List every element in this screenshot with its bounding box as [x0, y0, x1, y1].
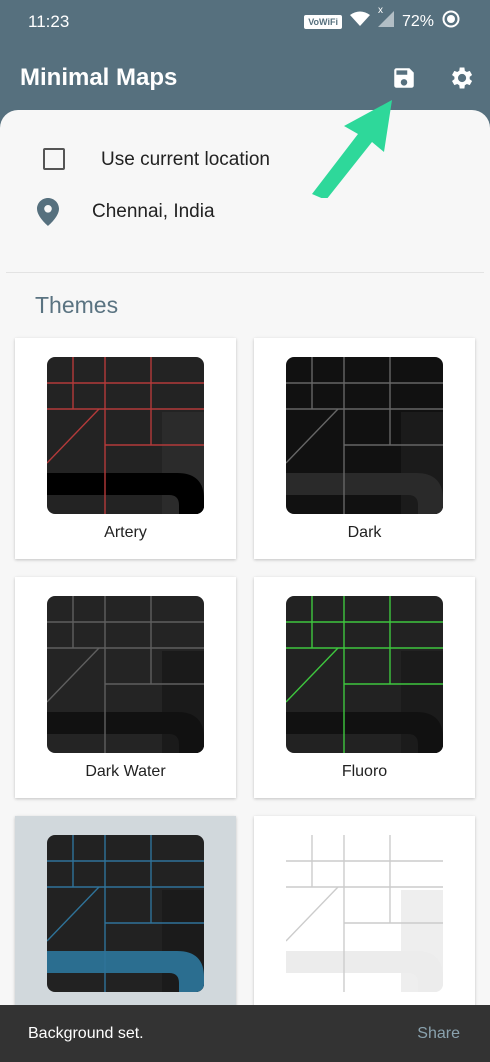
theme-card[interactable]: Fluoro [254, 577, 475, 798]
divider [6, 272, 484, 273]
gear-icon [452, 67, 473, 89]
theme-name: Dark Water [85, 763, 166, 780]
battery-percent: 72% [401, 12, 434, 30]
theme-card[interactable] [254, 816, 475, 1037]
theme-card[interactable] [15, 816, 236, 1037]
app-title: Minimal Maps [20, 64, 178, 91]
use-current-location-checkbox[interactable] [43, 148, 65, 170]
theme-thumbnail [47, 357, 204, 514]
wifi-icon [349, 11, 370, 32]
vowifi-badge: VoWiFi [304, 14, 342, 29]
annotation-arrow-icon [312, 100, 392, 198]
snackbar: Background set. Share [0, 1005, 490, 1062]
city-row[interactable]: Chennai, India [0, 188, 490, 238]
theme-name: Artery [104, 524, 147, 541]
theme-thumbnail [286, 596, 443, 753]
theme-name: Fluoro [341, 763, 388, 780]
app-bar: Minimal Maps [0, 44, 490, 110]
theme-thumbnail [286, 357, 443, 514]
location-pin-icon [37, 198, 59, 231]
no-signal-mark: x [377, 5, 383, 16]
use-current-location-label: Use current location [101, 149, 270, 170]
theme-thumbnail [47, 835, 204, 992]
content-sheet: Use current location Chennai, India Them… [0, 110, 490, 1062]
status-icons: VoWiFi x 72% [304, 5, 460, 33]
status-bar: 11:23 VoWiFi x 72% [0, 0, 490, 44]
theme-card[interactable]: Dark Water [15, 577, 236, 798]
snackbar-share-button[interactable]: Share [417, 1025, 460, 1043]
status-time: 11:23 [28, 12, 70, 31]
snackbar-message: Background set. [28, 1025, 144, 1042]
theme-card[interactable]: Artery [15, 338, 236, 559]
theme-card[interactable]: Dark [254, 338, 475, 559]
themes-heading: Themes [35, 292, 119, 318]
settings-button[interactable] [445, 62, 477, 94]
city-name: Chennai, India [92, 201, 215, 222]
theme-thumbnail [47, 596, 204, 753]
theme-thumbnail [286, 835, 443, 992]
signal-icon: x [377, 5, 394, 32]
use-current-location-row[interactable]: Use current location [0, 126, 490, 182]
battery-icon [442, 10, 460, 33]
theme-name: Dark [347, 524, 382, 541]
